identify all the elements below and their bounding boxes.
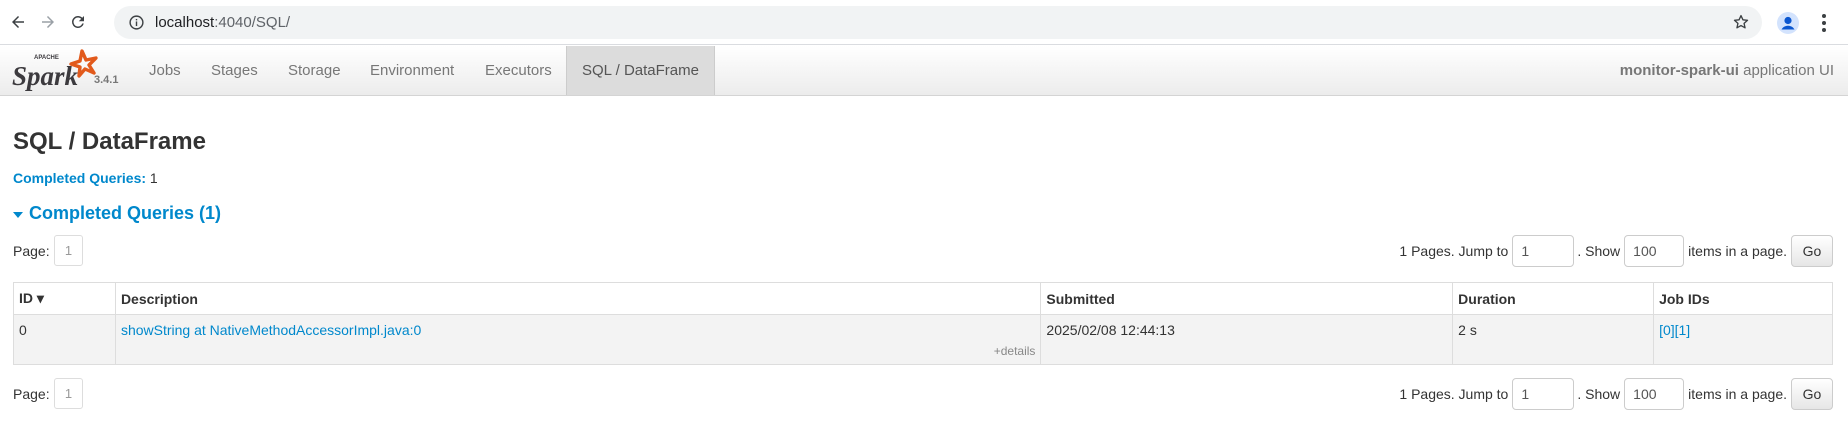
spark-logo[interactable]: APACHE Spark xyxy=(12,49,122,93)
page-navigation-form: 1 Pages. Jump to . Show items in a page.… xyxy=(1399,235,1833,267)
pages-text: 1 Pages. Jump to xyxy=(1399,386,1509,402)
completed-queries-count: 1 xyxy=(149,170,158,186)
query-duration: 2 s xyxy=(1452,314,1655,365)
query-description-cell: showString at NativeMethodAccessorImpl.j… xyxy=(114,314,1042,365)
completed-queries-link[interactable]: Completed Queries: xyxy=(13,170,146,186)
page-size-input[interactable] xyxy=(1624,378,1685,410)
spark-version: 3.4.1 xyxy=(94,74,119,86)
app-title: monitor-spark-ui application UI xyxy=(1620,46,1834,95)
job-ids-link[interactable]: [0][1] xyxy=(1659,322,1690,338)
more-vert-icon[interactable] xyxy=(1812,11,1836,35)
query-description-link[interactable]: showString at NativeMethodAccessorImpl.j… xyxy=(121,322,421,338)
forward-button[interactable] xyxy=(36,10,60,34)
page-title: SQL / DataFrame xyxy=(13,128,206,155)
completed-queries-table: ID ▾ Description Submitted Duration Job … xyxy=(13,282,1833,365)
profile-icon[interactable] xyxy=(1776,11,1800,35)
arrow-right-icon xyxy=(42,16,54,28)
pagination-bottom: Page: 1 1 Pages. Jump to . Show items in… xyxy=(13,378,1833,410)
arrow-left-icon xyxy=(12,16,24,28)
reload-icon xyxy=(71,15,84,28)
nav-jobs[interactable]: Jobs xyxy=(134,46,196,95)
url-path: :4040/SQL/ xyxy=(214,14,291,31)
browser-toolbar: localhost:4040/SQL/ xyxy=(0,0,1848,45)
page-number-button[interactable]: 1 xyxy=(54,235,83,266)
bookmark-star-icon[interactable] xyxy=(1732,13,1750,31)
app-name: monitor-spark-ui xyxy=(1619,62,1739,79)
show-text: . Show xyxy=(1577,243,1621,259)
items-text: items in a page. xyxy=(1688,243,1787,259)
column-header-description[interactable]: Description xyxy=(114,282,1042,315)
jump-to-page-input[interactable] xyxy=(1512,378,1575,410)
pagination-top: Page: 1 1 Pages. Jump to . Show items in… xyxy=(13,235,1833,267)
pages-text: 1 Pages. Jump to xyxy=(1399,243,1509,259)
table-header-row: ID ▾ Description Submitted Duration Job … xyxy=(13,282,1833,315)
nav-storage[interactable]: Storage xyxy=(273,46,356,95)
query-submitted: 2025/02/08 12:44:13 xyxy=(1040,314,1454,365)
expand-details-link[interactable]: +details xyxy=(121,344,1036,358)
spark-navbar: APACHE Spark 3.4.1 Jobs Stages Storage E… xyxy=(0,46,1848,96)
info-icon[interactable] xyxy=(128,14,145,31)
page-size-input[interactable] xyxy=(1624,235,1685,267)
go-button[interactable]: Go xyxy=(1791,378,1833,410)
page-label: Page: xyxy=(13,243,50,259)
nav-environment[interactable]: Environment xyxy=(355,46,469,95)
page-number-button[interactable]: 1 xyxy=(54,378,83,409)
nav-stages[interactable]: Stages xyxy=(196,46,273,95)
page-label: Page: xyxy=(13,386,50,402)
column-header-job-ids[interactable]: Job IDs xyxy=(1653,282,1833,315)
jump-to-page-input[interactable] xyxy=(1512,235,1575,267)
completed-queries-section-toggle[interactable]: Completed Queries (1) xyxy=(13,203,221,224)
back-button[interactable] xyxy=(6,10,30,34)
go-button[interactable]: Go xyxy=(1791,235,1833,267)
app-suffix: application UI xyxy=(1738,62,1834,79)
svg-text:Spark: Spark xyxy=(12,61,79,91)
items-text: items in a page. xyxy=(1688,386,1787,402)
column-header-duration[interactable]: Duration xyxy=(1452,282,1655,315)
nav-executors[interactable]: Executors xyxy=(470,46,567,95)
section-title: Completed Queries (1) xyxy=(29,203,222,223)
column-header-submitted[interactable]: Submitted xyxy=(1040,282,1454,315)
query-id: 0 xyxy=(13,314,116,365)
table-row: 0 showString at NativeMethodAccessorImpl… xyxy=(13,314,1833,365)
url-host: localhost xyxy=(155,14,215,31)
address-bar[interactable]: localhost:4040/SQL/ xyxy=(114,6,1762,39)
reload-button[interactable] xyxy=(66,10,90,34)
query-job-ids-cell: [0][1] xyxy=(1653,314,1833,365)
column-header-id[interactable]: ID ▾ xyxy=(13,282,116,315)
caret-down-icon xyxy=(13,211,23,218)
completed-queries-summary: Completed Queries: 1 xyxy=(13,170,158,186)
show-text: . Show xyxy=(1577,386,1621,402)
page-navigation-form: 1 Pages. Jump to . Show items in a page.… xyxy=(1399,378,1833,410)
nav-sql-dataframe[interactable]: SQL / DataFrame xyxy=(566,46,715,95)
url-text: localhost:4040/SQL/ xyxy=(155,14,290,31)
